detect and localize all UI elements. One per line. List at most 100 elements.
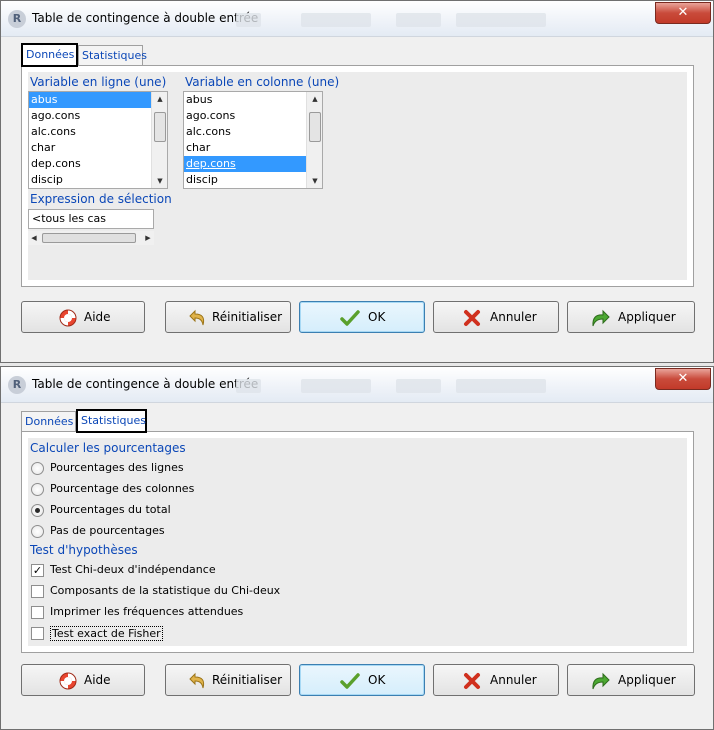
- subset-expression-label: Expression de sélection: [30, 192, 172, 206]
- background-window-ghost: [236, 379, 261, 393]
- title-bar: R Table de contingence à double entrée ✕: [1, 1, 713, 37]
- horizontal-scrollbar[interactable]: ◀ ▶: [28, 231, 154, 245]
- scrollbar-thumb[interactable]: [42, 233, 136, 243]
- lifebuoy-icon: [59, 309, 77, 327]
- checkbox[interactable]: [31, 585, 44, 598]
- cancel-button-label: Annuler: [490, 310, 537, 324]
- r-logo-icon: R: [8, 10, 26, 28]
- tab-donnees[interactable]: Données: [21, 43, 78, 67]
- panel-content: Calculer les pourcentages Pourcentages d…: [28, 438, 687, 646]
- list-item[interactable]: dep.cons: [29, 156, 167, 172]
- background-window-ghost: [396, 379, 441, 393]
- window-title: Table de contingence à double entrée: [32, 377, 259, 391]
- scrollbar-thumb[interactable]: [309, 112, 321, 142]
- scroll-down-icon[interactable]: ▼: [307, 174, 323, 188]
- ok-button-label: OK: [368, 310, 386, 324]
- scroll-up-icon[interactable]: ▲: [307, 92, 323, 106]
- help-button[interactable]: Aide: [21, 664, 145, 696]
- close-button[interactable]: ✕: [655, 2, 711, 24]
- list-item[interactable]: ago.cons: [184, 108, 322, 124]
- background-window-ghost: [396, 13, 441, 27]
- ok-button[interactable]: OK: [299, 301, 425, 333]
- list-item[interactable]: abus: [184, 92, 322, 108]
- vertical-scrollbar[interactable]: ▲ ▼: [151, 92, 167, 188]
- checkmark-icon: [340, 310, 360, 326]
- reset-button[interactable]: Réinitialiser: [165, 664, 291, 696]
- apply-button-label: Appliquer: [618, 673, 676, 687]
- list-item[interactable]: alc.cons: [184, 124, 322, 140]
- scroll-left-icon[interactable]: ◀: [28, 231, 40, 245]
- column-variable-listbox[interactable]: abus ago.cons alc.cons char dep.cons dis…: [183, 91, 323, 189]
- green-arrow-icon: [592, 309, 610, 327]
- help-button-label: Aide: [84, 310, 111, 324]
- help-button-label: Aide: [84, 673, 111, 687]
- checkbox[interactable]: [31, 627, 44, 640]
- tab-donnees[interactable]: Données: [21, 411, 76, 432]
- list-item[interactable]: dep.cons: [184, 156, 322, 172]
- background-window-ghost: [456, 379, 546, 393]
- cancel-button[interactable]: Annuler: [433, 301, 559, 333]
- vertical-scrollbar[interactable]: ▲ ▼: [306, 92, 322, 188]
- radio-label: Pourcentages des lignes: [50, 461, 184, 474]
- lifebuoy-icon: [59, 672, 77, 690]
- r-logo-icon: R: [8, 376, 26, 394]
- reset-button-label: Réinitialiser: [212, 310, 283, 324]
- undo-arrow-icon: [189, 309, 205, 326]
- checkbox-label: Imprimer les fréquences attendues: [50, 605, 244, 618]
- checkbox-checked[interactable]: ✓: [31, 564, 44, 577]
- list-item[interactable]: char: [29, 140, 167, 156]
- tab-panel: Calculer les pourcentages Pourcentages d…: [21, 431, 694, 653]
- hypothesis-tests-label: Test d'hypothèses: [30, 543, 138, 557]
- red-x-icon: [464, 310, 480, 326]
- scrollbar-thumb[interactable]: [154, 112, 166, 142]
- dialog-data-tab: R Table de contingence à double entrée ✕…: [0, 0, 714, 363]
- ok-button-label: OK: [368, 673, 386, 687]
- undo-arrow-icon: [189, 672, 205, 689]
- list-item[interactable]: char: [184, 140, 322, 156]
- window-title: Table de contingence à double entrée: [32, 11, 259, 25]
- subset-expression-input[interactable]: <tous les cas valides>: [28, 209, 154, 243]
- percentages-label: Calculer les pourcentages: [30, 441, 186, 455]
- tab-statistiques[interactable]: Statistiques: [76, 409, 147, 433]
- ok-button[interactable]: OK: [299, 664, 425, 696]
- checkbox-label: Test exact de Fisher: [50, 626, 163, 641]
- radio-button-selected[interactable]: [31, 504, 44, 517]
- red-x-icon: [464, 673, 480, 689]
- list-item[interactable]: abus: [29, 92, 167, 108]
- row-variable-label: Variable en ligne (une): [30, 75, 167, 89]
- radio-button[interactable]: [31, 483, 44, 496]
- apply-button-label: Appliquer: [618, 310, 676, 324]
- list-item[interactable]: ago.cons: [29, 108, 167, 124]
- close-button[interactable]: ✕: [655, 368, 711, 390]
- checkbox[interactable]: [31, 606, 44, 619]
- cancel-button[interactable]: Annuler: [433, 664, 559, 696]
- apply-button[interactable]: Appliquer: [567, 664, 695, 696]
- list-item[interactable]: discip: [29, 172, 167, 188]
- scroll-down-icon[interactable]: ▼: [152, 174, 168, 188]
- radio-button[interactable]: [31, 462, 44, 475]
- radio-label: Pourcentages du total: [50, 503, 171, 516]
- row-variable-listbox[interactable]: abus ago.cons alc.cons char dep.cons dis…: [28, 91, 168, 189]
- radio-label: Pas de pourcentages: [50, 524, 165, 537]
- title-bar: R Table de contingence à double entrée ✕: [1, 367, 713, 403]
- panel-content: Variable en ligne (une) Variable en colo…: [28, 72, 687, 280]
- column-variable-label: Variable en colonne (une): [185, 75, 340, 89]
- background-window-ghost: [301, 379, 371, 393]
- checkbox-label: Composants de la statistique du Chi-deux: [50, 584, 281, 597]
- list-item[interactable]: alc.cons: [29, 124, 167, 140]
- tab-statistiques[interactable]: Statistiques: [78, 45, 147, 66]
- list-item[interactable]: discip: [184, 172, 322, 188]
- radio-button[interactable]: [31, 525, 44, 538]
- dialog-statistics-tab: R Table de contingence à double entrée ✕…: [0, 366, 714, 730]
- tab-panel: Variable en ligne (une) Variable en colo…: [21, 65, 694, 287]
- apply-button[interactable]: Appliquer: [567, 301, 695, 333]
- scroll-right-icon[interactable]: ▶: [142, 231, 154, 245]
- reset-button[interactable]: Réinitialiser: [165, 301, 291, 333]
- help-button[interactable]: Aide: [21, 301, 145, 333]
- reset-button-label: Réinitialiser: [212, 673, 283, 687]
- radio-label: Pourcentage des colonnes: [50, 482, 195, 495]
- green-arrow-icon: [592, 672, 610, 690]
- checkbox-label: Test Chi-deux d'indépendance: [50, 563, 216, 576]
- background-window-ghost: [301, 13, 371, 27]
- scroll-up-icon[interactable]: ▲: [152, 92, 168, 106]
